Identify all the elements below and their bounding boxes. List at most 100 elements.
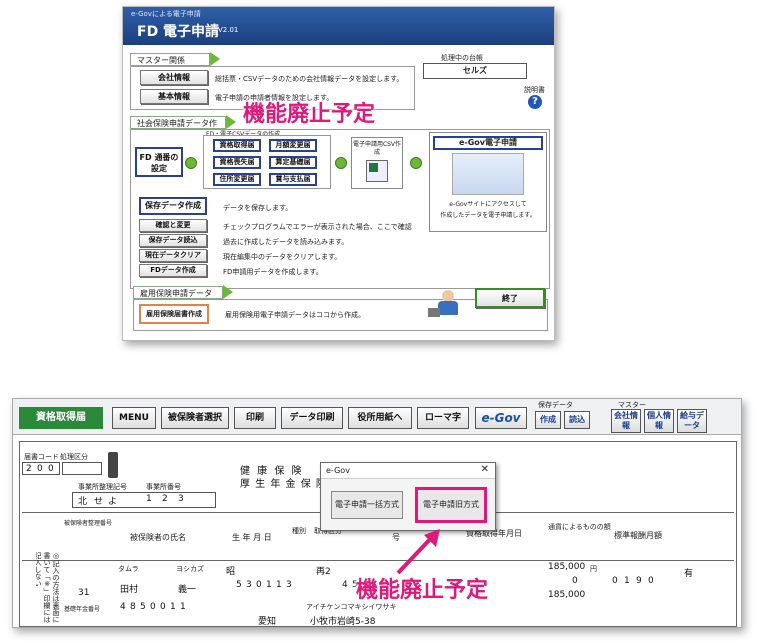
fd-data-create-button[interactable]: FDデータ作成 [139, 264, 207, 277]
birth-digit[interactable]: 1 [276, 580, 282, 590]
birth-digit[interactable]: 3 [286, 580, 292, 590]
birth-digit[interactable]: 5 [236, 580, 242, 590]
deprecation-annotation-2: 機能廃止予定 [356, 578, 489, 603]
company-info-button[interactable]: 会社情報 [140, 70, 208, 85]
create-button[interactable]: 作成 [535, 411, 561, 429]
egov-button[interactable]: e-Gov [475, 407, 527, 429]
pension-digit[interactable]: 0 [160, 602, 166, 612]
std-label: 標準報酬月額 [614, 531, 662, 540]
office-paper-button[interactable]: 役所用紙へ [348, 407, 412, 429]
office-char: 2 [162, 494, 168, 504]
std-digit[interactable]: 0 [612, 576, 618, 586]
csv-create-label: 電子申請用CSV作成 [352, 141, 402, 156]
print-button[interactable]: 印刷 [234, 407, 276, 429]
csv-create-button[interactable]: 電子申請用CSV作成 [351, 137, 403, 189]
help-icon[interactable]: ? [528, 95, 542, 109]
code-box [22, 462, 60, 475]
processing-ledger-label: 処理中の台帳 [441, 54, 483, 62]
next-icon [185, 157, 197, 169]
era-value[interactable]: 昭 [226, 564, 235, 577]
fd-app-window: e-Govによる電子申請 FD 電子申請 V2.01 マスター関係 会社情報 総… [122, 6, 555, 341]
pay-currency[interactable]: 185,000 [548, 562, 585, 572]
excel-file-icon [366, 160, 388, 182]
clear-current-data-button[interactable]: 現在データクリア [139, 249, 207, 262]
app-banner: e-Govによる電子申請 FD 電子申請 V2.01 [123, 7, 554, 45]
personal-info-button[interactable]: 個人情報 [644, 409, 674, 433]
company-info-button[interactable]: 会社情報 [611, 409, 641, 433]
egov-screenshot-icon [452, 153, 524, 195]
name-mei[interactable]: 義一 [178, 582, 196, 595]
pay-kind[interactable]: 0 [572, 576, 578, 586]
check-change-button[interactable]: 確認と変更 [139, 219, 207, 232]
deprecation-annotation: 機能廃止予定 [243, 102, 376, 127]
stepper-icon[interactable] [108, 452, 118, 478]
employment-desc: 雇用保険用電子申請データはココから作成。 [225, 311, 365, 319]
bulk-method-button[interactable]: 電子申請一括方式 [331, 491, 403, 519]
menu-button[interactable]: MENU [112, 407, 156, 429]
save-data-create-button[interactable]: 保存データ作成 [139, 197, 207, 215]
office-char: 3 [178, 494, 184, 504]
todoke-code-label: 届書コード [24, 453, 59, 461]
pension-digit[interactable]: 8 [130, 602, 136, 612]
app-version: V2.01 [218, 26, 239, 34]
shoyo-shiharai-button[interactable]: 賞与支払届 [269, 173, 317, 186]
pension-digit[interactable]: 4 [120, 602, 126, 612]
std-digit[interactable]: 1 [624, 576, 630, 586]
load-saved-data-button[interactable]: 保存データ読込 [139, 234, 207, 247]
std-digit[interactable]: 9 [636, 576, 642, 586]
salary-data-button[interactable]: 給与データ [677, 409, 707, 433]
processing-ledger-value: セルズ [423, 63, 527, 79]
egov-button[interactable]: e-Gov電子申請 [433, 136, 543, 150]
pension-digit[interactable]: 1 [170, 602, 176, 612]
arrow-icon [210, 52, 220, 66]
has-value[interactable]: 有 [684, 566, 693, 579]
egov-panel[interactable]: e-Gov電子申請 e-Govサイトにアクセスして 作成したデータを電子申請しま… [429, 132, 547, 232]
row-number: 31 [78, 588, 90, 598]
pension-digit[interactable]: 1 [180, 602, 186, 612]
office-no-label: 事業所番号 [146, 483, 181, 491]
dialog-titlebar: e-Gov ✕ [321, 463, 495, 479]
close-icon[interactable]: ✕ [481, 464, 489, 475]
city-address[interactable]: 小牧市岩崎5-38 [310, 614, 375, 627]
data-print-button[interactable]: データ印刷 [281, 407, 343, 429]
action-desc: チェックプログラムでエラーが表示された場合、ここで確認 [223, 223, 412, 231]
kind-label: 種別 [292, 527, 306, 535]
romaji-button[interactable]: ローマ字 [417, 407, 469, 429]
birth-digit[interactable]: 1 [266, 580, 272, 590]
getsugaku-henko-button[interactable]: 月額変更届 [269, 139, 317, 152]
furigana-mei[interactable]: ヨシカズ [176, 564, 204, 574]
acq-digit[interactable]: 4 [342, 580, 348, 590]
office-char: せ [94, 497, 104, 507]
arrow-icon [223, 285, 233, 299]
pay-total[interactable]: 185,000 [548, 590, 585, 600]
pension-digit[interactable]: 5 [140, 602, 146, 612]
shikaku-soshitsu-button[interactable]: 資格喪失届 [213, 156, 261, 169]
exit-button[interactable]: 終了 [475, 288, 545, 308]
old-method-button[interactable]: 電子申請旧方式 [415, 487, 487, 523]
acq-value[interactable]: 再2 [316, 564, 331, 577]
birth-digit[interactable]: 3 [246, 580, 252, 590]
select-insured-button[interactable]: 被保険者選択 [161, 407, 229, 429]
santei-kiso-button[interactable]: 算定基礎届 [269, 156, 317, 169]
employment-section-label: 雇用保険申請データ作成 [133, 286, 223, 309]
shori-kubun-box[interactable] [62, 462, 102, 475]
shikaku-shutoku-button[interactable]: 資格取得届 [213, 139, 261, 152]
prefecture[interactable]: 愛知 [258, 614, 276, 627]
pay-unit: 円 [590, 565, 597, 573]
employment-create-button[interactable]: 雇用保険届書作成 [139, 304, 209, 324]
basic-info-button[interactable]: 基本情報 [140, 89, 208, 104]
furigana-sei[interactable]: タムラ [118, 564, 139, 574]
load-button[interactable]: 読込 [564, 411, 590, 429]
left-note: ◎記入の方法は裏面に書いて「※」印欄には記入しない [36, 552, 60, 623]
master-section-label: マスター関係 [130, 53, 210, 66]
pension-digit[interactable]: 0 [150, 602, 156, 612]
std-digit[interactable]: 0 [648, 576, 654, 586]
form-title-tab: 資格取得届 [19, 407, 103, 429]
birth-digit[interactable]: 0 [256, 580, 262, 590]
egov-desc-1: e-Govサイトにアクセスして [449, 201, 527, 208]
fd-serial-setting-button[interactable]: FD 通番の設定 [135, 147, 183, 177]
jusho-henko-button[interactable]: 住所変更届 [213, 173, 261, 186]
name-sei[interactable]: 田村 [120, 582, 138, 595]
office-char: 1 [146, 494, 152, 504]
office-char: よ [108, 497, 118, 507]
